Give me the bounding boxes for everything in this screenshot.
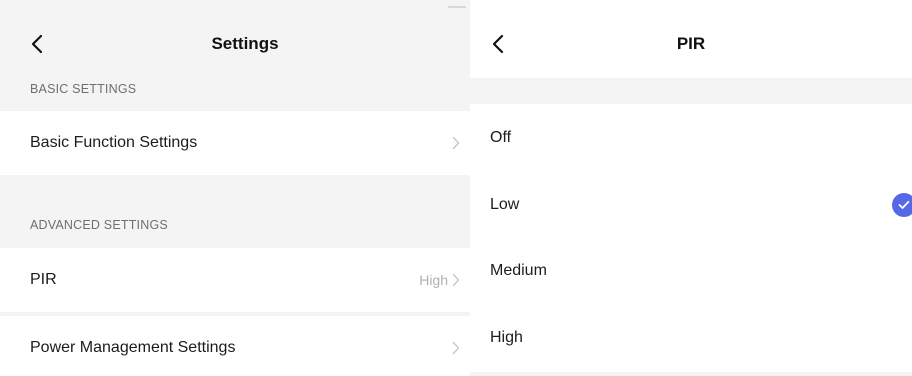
page-title: Settings — [211, 34, 279, 53]
bottom-edge — [470, 372, 912, 376]
pir-row[interactable]: PIR High — [0, 248, 470, 312]
option-label: Medium — [490, 262, 547, 279]
basic-function-settings-label: Basic Function Settings — [30, 134, 198, 151]
pir-option-low[interactable]: Low — [470, 171, 912, 239]
power-management-settings-row[interactable]: Power Management Settings — [0, 316, 470, 376]
chevron-right-icon — [452, 341, 460, 355]
settings-navbar: Settings — [0, 0, 470, 78]
chevron-right-icon — [452, 136, 460, 150]
option-label: Low — [490, 196, 520, 213]
page-title: PIR — [676, 34, 706, 53]
checkmark-circle-icon — [892, 193, 912, 217]
basic-settings-header: BASIC SETTINGS — [30, 82, 137, 96]
pir-option-off[interactable]: Off — [470, 104, 912, 172]
pir-label: PIR — [30, 271, 57, 288]
chevron-right-icon — [452, 273, 460, 287]
option-label: Off — [490, 129, 512, 146]
pir-screen: PIR Off Low Medium High — [470, 0, 912, 376]
advanced-settings-header: ADVANCED SETTINGS — [30, 218, 168, 232]
pir-option-medium[interactable]: Medium — [470, 237, 912, 305]
pir-navbar: PIR — [470, 0, 912, 78]
option-label: High — [490, 329, 523, 346]
pir-option-high[interactable]: High — [470, 304, 912, 372]
power-management-settings-label: Power Management Settings — [30, 339, 236, 356]
scroll-indicator — [448, 6, 466, 8]
settings-screen: Settings BASIC SETTINGS Basic Function S… — [0, 0, 470, 376]
basic-function-settings-row[interactable]: Basic Function Settings — [0, 111, 470, 175]
section-spacer — [470, 78, 912, 104]
pir-value: High — [419, 272, 448, 288]
